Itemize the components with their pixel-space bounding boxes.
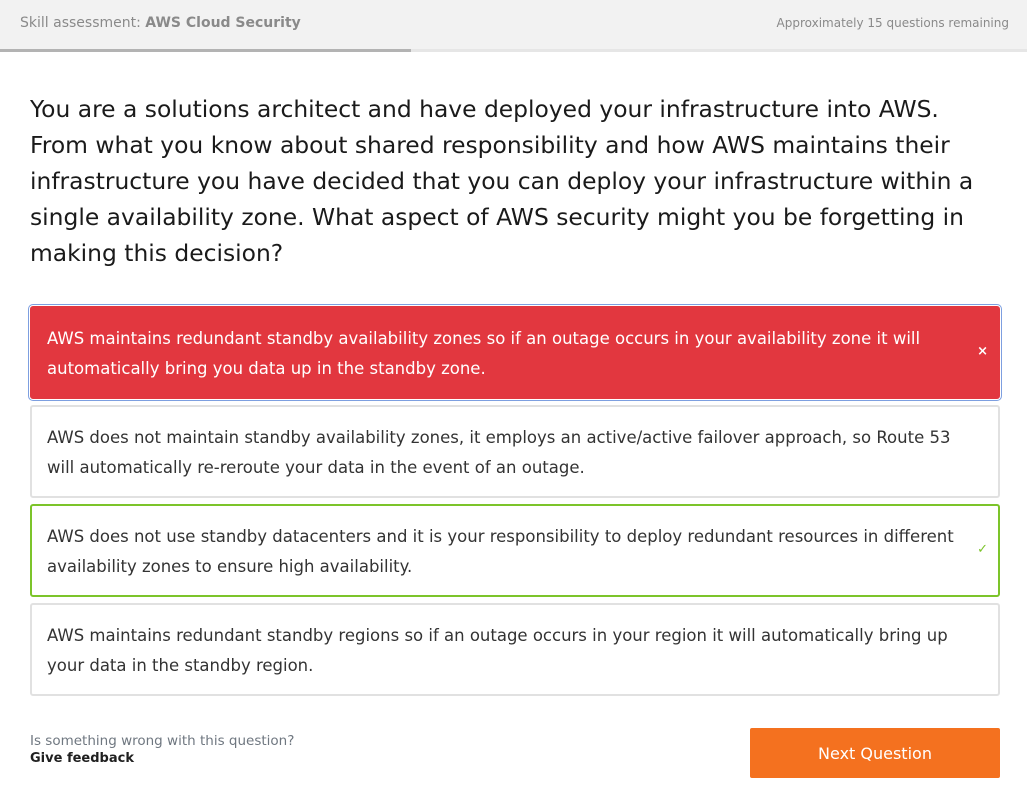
correct-check-icon: ✓ [977, 542, 988, 557]
incorrect-x-icon: × [977, 344, 988, 359]
progress-bar [0, 49, 1027, 52]
title-prefix: Skill assessment: [20, 15, 146, 31]
answer-option-2[interactable]: AWS does not maintain standby availabili… [30, 405, 1000, 498]
answer-option-3[interactable]: AWS does not use standby datacenters and… [30, 504, 1000, 597]
answer-text: AWS maintains redundant standby availabi… [47, 329, 921, 378]
answer-list: AWS maintains redundant standby availabi… [28, 304, 1002, 702]
assessment-title: Skill assessment: AWS Cloud Security [20, 15, 301, 31]
progress-fill [0, 49, 411, 52]
answer-text: AWS maintains redundant standby regions … [47, 626, 948, 675]
question-text: You are a solutions architect and have d… [30, 95, 974, 267]
feedback-prompt: Is something wrong with this question? [30, 733, 295, 749]
give-feedback-link[interactable]: Give feedback [30, 750, 294, 768]
questions-remaining: Approximately 15 questions remaining [776, 16, 1010, 30]
answer-option-4[interactable]: AWS maintains redundant standby regions … [30, 603, 1000, 696]
feedback-section: Is something wrong with this question? G… [30, 732, 294, 768]
answer-text: AWS does not use standby datacenters and… [47, 527, 954, 576]
answer-text: AWS does not maintain standby availabili… [47, 428, 951, 477]
answer-option-1[interactable]: AWS maintains redundant standby availabi… [28, 304, 1002, 401]
assessment-header: Skill assessment: AWS Cloud Security App… [0, 0, 1027, 49]
course-name: AWS Cloud Security [145, 15, 301, 31]
next-question-button[interactable]: Next Question [750, 728, 1000, 778]
